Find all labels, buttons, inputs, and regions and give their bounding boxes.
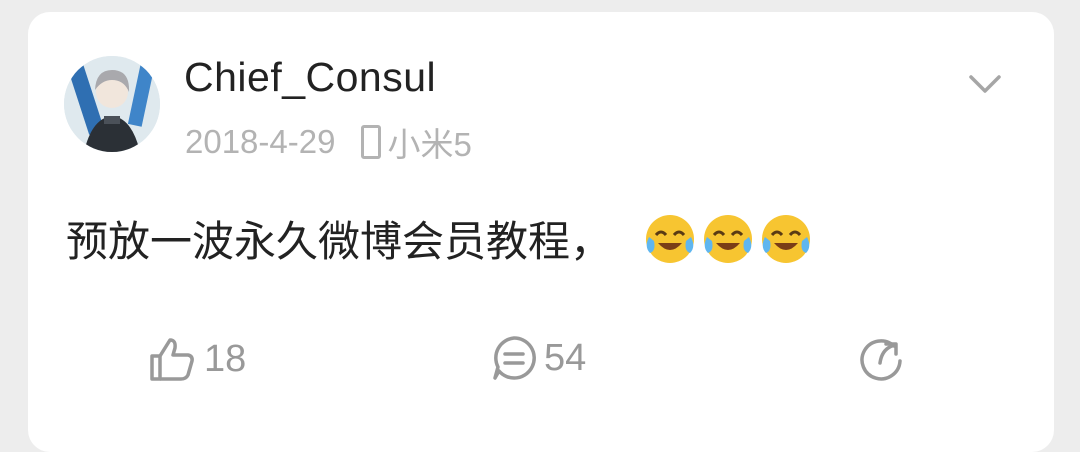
device-name: 小米5 [387,126,472,163]
username[interactable]: Chief_Consul [184,54,436,101]
like-count: 18 [204,337,247,380]
post-meta: 2018-4-29 小米5 [185,118,472,166]
phone-icon [361,125,382,159]
post-text: 预放一波永久微博会员教程， [66,217,613,266]
avatar[interactable] [64,56,160,152]
post-card[interactable]: Chief_Consul 2018-4-29 小米5 预放一波永久微博会员教程， [28,12,1054,452]
device-info: 小米5 [361,118,472,166]
comment-icon [493,336,536,380]
like-button[interactable]: 18 [148,334,246,384]
laugh-cry-emoji [762,214,811,263]
avatar-image [64,56,160,152]
comment-button[interactable]: 54 [490,334,586,382]
laugh-cry-emoji [646,214,695,263]
share-icon [860,339,902,381]
emoji-group [642,211,816,267]
comment-count: 54 [544,336,587,379]
share-button[interactable] [856,334,912,384]
thumbs-up-icon [150,338,194,381]
post-date: 2018-4-29 [185,123,336,160]
laugh-cry-emoji [704,214,753,263]
post-body: 预放一波永久微博会员教程， [66,208,816,269]
chevron-down-icon[interactable] [965,64,1005,104]
